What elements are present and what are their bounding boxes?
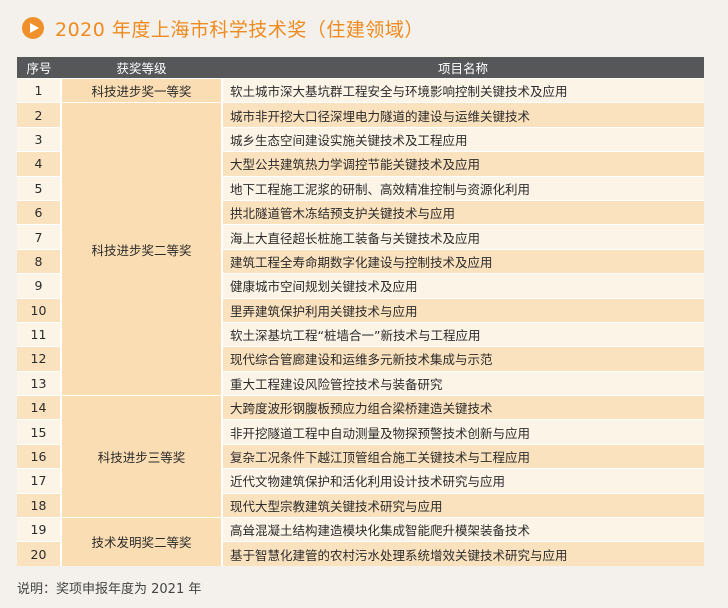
row-seq: 5 (17, 175, 61, 201)
project-name-cell: 近代文物建筑保护和活化利用设计技术研究与应用 (221, 468, 704, 494)
row-seq: 1 (17, 77, 61, 103)
row-seq: 18 (17, 492, 61, 518)
table-header-row: 序号 获奖等级 项目名称 (17, 57, 704, 79)
header-grade: 获奖等级 (61, 57, 222, 79)
row-seq: 9 (17, 273, 61, 299)
row-seq: 7 (17, 224, 61, 250)
table-row: 14 科技进步三等奖 大跨度波形钢腹板预应力组合梁桥建造关键技术 (17, 395, 704, 518)
project-name-cell: 重大工程建设风险管控技术与装备研究 (221, 370, 704, 396)
table-row: 19 技术发明奖二等奖 高耸混凝土结构建造模块化集成智能爬升模架装备技术 (17, 517, 704, 566)
project-name-cell: 拱北隧道管木冻结预支护关键技术与应用 (221, 199, 704, 225)
row-seq: 14 (17, 395, 61, 420)
row-seq: 4 (17, 151, 61, 177)
project-name-cell: 地下工程施工泥浆的研制、高效精准控制与资源化利用 (221, 175, 704, 201)
project-name-cell: 复杂工况条件下越江顶管组合施工关键技术与工程应用 (221, 443, 704, 469)
table-body: 1 科技进步奖一等奖 软土城市深大基坑群工程安全与环境影响控制关键技术及应用 2 科技进… (17, 77, 704, 566)
project-name-cell: 建筑工程全寿命期数字化建设与控制技术及应用 (221, 248, 704, 274)
project-name-cell: 城乡生态空间建设实施关键技术及工程应用 (221, 126, 704, 152)
row-seq: 6 (17, 199, 61, 225)
row-seq: 19 (17, 517, 61, 542)
project-name-cell: 现代大型宗教建筑关键技术研究与应用 (221, 492, 704, 518)
table-row: 2 科技进步奖二等奖 城市非开挖大口径深埋电力隧道的建设与运维关键技术 (17, 102, 704, 396)
footnote: 说明：奖项申报年度为 2021 年 (17, 582, 202, 597)
row-seq: 15 (17, 419, 61, 445)
row-seq: 20 (17, 541, 61, 566)
row-seq: 17 (17, 468, 61, 494)
project-name-cell: 高耸混凝土结构建造模块化集成智能爬升模架装备技术 (221, 517, 704, 542)
row-seq: 12 (17, 346, 61, 372)
title-bar: 2020 年度上海市科学技术奖（住建领域） (22, 12, 424, 44)
row-seq: 3 (17, 126, 61, 152)
page-title: 2020 年度上海市科学技术奖（住建领域） (55, 18, 424, 41)
project-name-cell: 基于智慧化建管的农村污水处理系统增效关键技术研究与应用 (221, 541, 704, 566)
project-name-cell: 软土城市深大基坑群工程安全与环境影响控制关键技术及应用 (221, 77, 704, 103)
row-seq: 13 (17, 370, 61, 396)
project-name-cell: 里弄建筑保护利用关键技术与应用 (221, 297, 704, 323)
project-name-cell: 大型公共建筑热力学调控节能关键技术及应用 (221, 151, 704, 177)
row-seq: 16 (17, 443, 61, 469)
project-name-cell: 城市非开挖大口径深埋电力隧道的建设与运维关键技术 (221, 102, 704, 128)
row-seq: 11 (17, 321, 61, 347)
header-seq: 序号 (17, 57, 61, 79)
table-row: 1 科技进步奖一等奖 软土城市深大基坑群工程安全与环境影响控制关键技术及应用 (17, 77, 704, 103)
award-grade-cell: 科技进步三等奖 (60, 395, 222, 518)
play-circle-icon (22, 17, 44, 39)
project-name-cell: 海上大直径超长桩施工装备与关键技术及应用 (221, 224, 704, 250)
award-table: 序号 获奖等级 项目名称 1 科技进步奖一等奖 软土城市深大基坑群工程安全与环境影响… (17, 57, 704, 566)
header-project-name: 项目名称 (222, 57, 704, 79)
project-name-cell: 现代综合管廊建设和运维多元新技术集成与示范 (221, 346, 704, 372)
award-grade-cell: 技术发明奖二等奖 (60, 517, 222, 566)
award-grade-cell: 科技进步奖一等奖 (60, 77, 222, 103)
row-seq: 10 (17, 297, 61, 323)
project-name-cell: 软土深基坑工程“桩墙合一”新技术与工程应用 (221, 321, 704, 347)
row-seq: 2 (17, 102, 61, 128)
award-grade-cell: 科技进步奖二等奖 (60, 102, 222, 396)
project-name-cell: 非开挖隧道工程中自动测量及物探预警技术创新与应用 (221, 419, 704, 445)
row-seq: 8 (17, 248, 61, 274)
project-name-cell: 大跨度波形钢腹板预应力组合梁桥建造关键技术 (221, 395, 704, 420)
project-name-cell: 健康城市空间规划关键技术及应用 (221, 273, 704, 299)
